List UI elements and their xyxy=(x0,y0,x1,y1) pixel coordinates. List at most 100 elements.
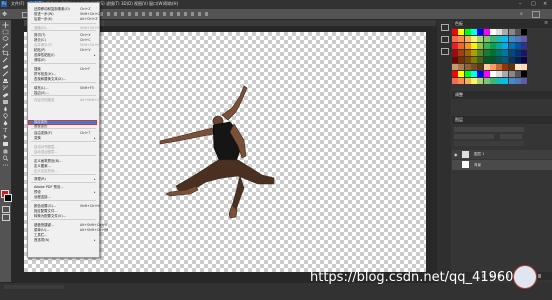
zoom-level[interactable] xyxy=(4,285,64,289)
healing-brush-tool-icon[interactable] xyxy=(2,64,9,70)
pen-tool-icon[interactable] xyxy=(2,120,9,126)
color-swatch[interactable] xyxy=(470,36,477,42)
color-swatch[interactable] xyxy=(470,64,477,70)
color-swatch[interactable] xyxy=(508,78,515,84)
color-swatch[interactable] xyxy=(489,43,496,49)
menu-3d[interactable]: 3D(D) xyxy=(121,1,133,6)
menu-help[interactable]: 帮助(H) xyxy=(164,1,178,7)
menu-file[interactable]: 文件(F) xyxy=(11,1,24,7)
color-swatch[interactable] xyxy=(508,43,515,49)
color-swatch[interactable] xyxy=(477,71,484,77)
layer-filter-row[interactable] xyxy=(454,127,524,132)
color-swatch[interactable] xyxy=(458,57,465,63)
history-icon[interactable] xyxy=(441,24,449,31)
panel-menu-icon[interactable]: ≡ xyxy=(544,20,548,26)
color-swatch[interactable] xyxy=(470,43,477,49)
color-swatch[interactable] xyxy=(508,64,515,70)
color-swatch[interactable] xyxy=(483,29,490,35)
color-swatch[interactable] xyxy=(521,71,528,77)
color-swatch[interactable] xyxy=(483,36,490,42)
color-swatch[interactable] xyxy=(452,64,458,70)
color-swatch[interactable] xyxy=(502,43,509,49)
color-swatch[interactable] xyxy=(515,50,521,56)
visibility-eye-icon[interactable]: ◉ xyxy=(454,152,458,157)
quick-mask-icon[interactable] xyxy=(2,206,10,213)
menu-item-3[interactable]: 后退一步(K) xyxy=(34,17,52,22)
color-swatch[interactable] xyxy=(502,71,509,77)
color-swatch[interactable] xyxy=(502,78,509,84)
move-tool-icon[interactable] xyxy=(2,22,9,28)
color-swatch[interactable] xyxy=(470,78,477,84)
color-swatch[interactable] xyxy=(458,43,465,49)
color-swatch[interactable] xyxy=(521,50,528,56)
color-swatch[interactable] xyxy=(502,64,509,70)
color-swatch[interactable] xyxy=(483,64,490,70)
menu-item-26[interactable]: 清理(R) xyxy=(34,177,46,182)
color-swatch[interactable] xyxy=(458,64,465,70)
menu-filter[interactable]: 滤镜(T) xyxy=(106,1,120,7)
menu-item-16[interactable]: 内容识别缩放 xyxy=(34,98,54,103)
brush-tool-icon[interactable] xyxy=(2,71,9,77)
color-swatch[interactable] xyxy=(515,43,521,49)
lock-row[interactable] xyxy=(454,141,524,146)
menu-item-29[interactable]: 远程连接... xyxy=(34,195,51,200)
color-swatch[interactable] xyxy=(515,57,521,63)
color-swatch[interactable] xyxy=(508,29,515,35)
blur-tool-icon[interactable] xyxy=(2,106,9,112)
color-swatch[interactable] xyxy=(521,64,528,70)
color-swatch[interactable] xyxy=(496,29,503,35)
lasso-tool-icon[interactable] xyxy=(2,36,9,42)
color-swatch[interactable] xyxy=(515,29,521,35)
color-swatch[interactable] xyxy=(477,29,484,35)
color-swatch[interactable] xyxy=(477,57,484,63)
color-swatch[interactable] xyxy=(483,43,490,49)
color-swatch[interactable] xyxy=(508,36,515,42)
menu-view[interactable]: 视图(V) xyxy=(134,1,148,7)
color-swatch[interactable] xyxy=(464,78,471,84)
color-swatch[interactable] xyxy=(502,36,509,42)
menu-item-36[interactable]: 首选项(N) xyxy=(34,238,49,243)
color-swatch[interactable] xyxy=(489,71,496,77)
color-swatch[interactable] xyxy=(483,71,490,77)
color-swatch[interactable] xyxy=(515,36,521,42)
color-swatch[interactable] xyxy=(521,29,528,35)
color-swatch[interactable] xyxy=(483,50,490,56)
type-tool-icon[interactable]: T xyxy=(2,127,9,134)
color-swatch[interactable] xyxy=(477,43,484,49)
properties-icon[interactable] xyxy=(441,36,449,43)
background-color-swatch[interactable] xyxy=(4,194,12,202)
menu-item-20[interactable]: 变换 xyxy=(34,136,41,141)
color-swatch[interactable] xyxy=(477,50,484,56)
color-swatch[interactable] xyxy=(452,36,458,42)
color-swatch[interactable] xyxy=(496,50,503,56)
color-swatch[interactable] xyxy=(470,57,477,63)
rectangle-tool-icon[interactable] xyxy=(2,141,9,147)
color-swatch[interactable] xyxy=(489,50,496,56)
color-swatch[interactable] xyxy=(452,71,458,77)
color-swatch[interactable] xyxy=(515,78,521,84)
menu-item-4[interactable]: 渐隐(D)... xyxy=(34,26,49,31)
menu-item-13[interactable]: 查找和替换文本(X)... xyxy=(34,77,66,82)
dodge-tool-icon[interactable] xyxy=(2,113,9,119)
menu-window[interactable]: 窗口(W) xyxy=(149,1,164,7)
color-swatch[interactable] xyxy=(483,57,490,63)
color-swatch[interactable] xyxy=(508,57,515,63)
align-icons[interactable] xyxy=(100,12,210,16)
layer-name[interactable]: 图层 1 xyxy=(474,152,484,157)
eyedropper-tool-icon[interactable] xyxy=(2,57,9,63)
layer-row-background[interactable]: 背景 xyxy=(452,160,552,170)
color-swatch[interactable] xyxy=(464,50,471,56)
color-swatch[interactable] xyxy=(470,71,477,77)
gradient-tool-icon[interactable] xyxy=(2,99,9,105)
color-swatch[interactable] xyxy=(464,36,471,42)
color-swatch[interactable] xyxy=(496,43,503,49)
color-swatch[interactable] xyxy=(521,57,528,63)
color-swatch[interactable] xyxy=(489,36,496,42)
layer-name[interactable]: 背景 xyxy=(474,163,481,168)
layer-row[interactable]: ◉ 图层 1 xyxy=(452,150,552,159)
color-swatch[interactable] xyxy=(470,29,477,35)
history-brush-tool-icon[interactable] xyxy=(2,85,9,91)
color-swatch[interactable] xyxy=(502,57,509,63)
hand-tool-icon[interactable] xyxy=(2,148,9,154)
color-swatch[interactable] xyxy=(477,78,484,84)
